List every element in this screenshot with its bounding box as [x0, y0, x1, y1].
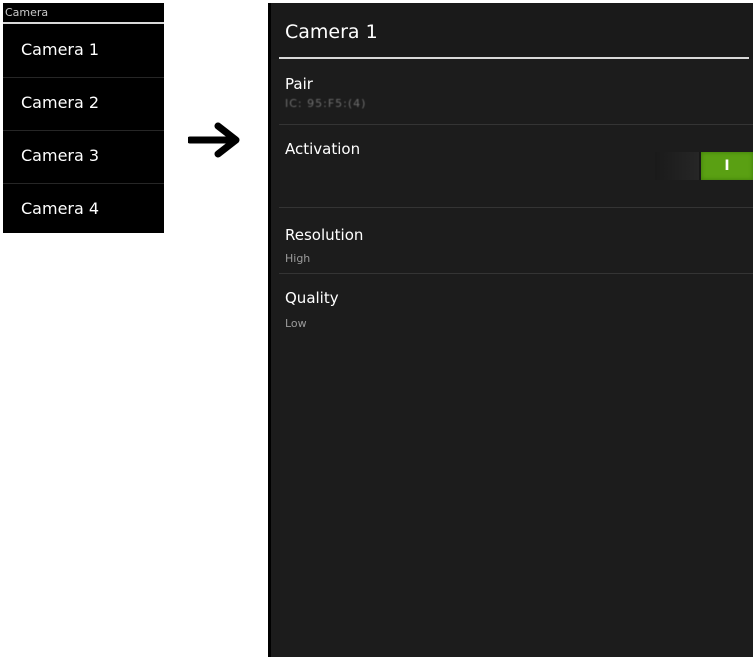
resolution-setting[interactable]: Resolution High — [279, 208, 753, 274]
settings-header: Camera 1 — [271, 3, 753, 59]
header-divider — [3, 22, 164, 24]
right-arrow-icon — [188, 122, 240, 158]
toggle-thumb: I — [701, 152, 753, 180]
camera-list-item-1[interactable]: Camera 1 — [3, 25, 164, 78]
list-item-label: Camera 3 — [21, 146, 100, 165]
list-item-label: Camera 1 — [21, 40, 100, 59]
toggle-track — [655, 152, 699, 180]
list-item-label: Camera 2 — [21, 93, 100, 112]
quality-summary: Low — [285, 317, 307, 330]
toggle-on-label: I — [724, 158, 730, 174]
camera-list-item-3[interactable]: Camera 3 — [3, 131, 164, 184]
list-item-label: Camera 4 — [21, 199, 100, 218]
pair-setting[interactable]: Pair IC: 95:F5:(4) — [279, 59, 753, 125]
camera-list-header: Camera — [3, 3, 164, 25]
quality-title: Quality — [285, 289, 339, 307]
settings-title: Camera 1 — [285, 21, 378, 43]
camera-settings-panel: Camera 1 Pair IC: 95:F5:(4) Activation I… — [268, 3, 753, 657]
camera-list-panel: Camera Camera 1 Camera 2 Camera 3 Camera… — [3, 3, 164, 233]
camera-list-header-label: Camera — [5, 6, 49, 19]
resolution-title: Resolution — [285, 226, 364, 244]
activation-setting: Activation I — [279, 125, 753, 208]
pair-title: Pair — [285, 75, 313, 93]
pair-summary: IC: 95:F5:(4) — [285, 97, 367, 110]
quality-setting[interactable]: Quality Low — [279, 274, 753, 344]
camera-list-item-2[interactable]: Camera 2 — [3, 78, 164, 131]
activation-title: Activation — [285, 140, 361, 158]
activation-toggle[interactable]: I — [655, 152, 753, 180]
camera-list-item-4[interactable]: Camera 4 — [3, 184, 164, 236]
resolution-summary: High — [285, 252, 311, 265]
